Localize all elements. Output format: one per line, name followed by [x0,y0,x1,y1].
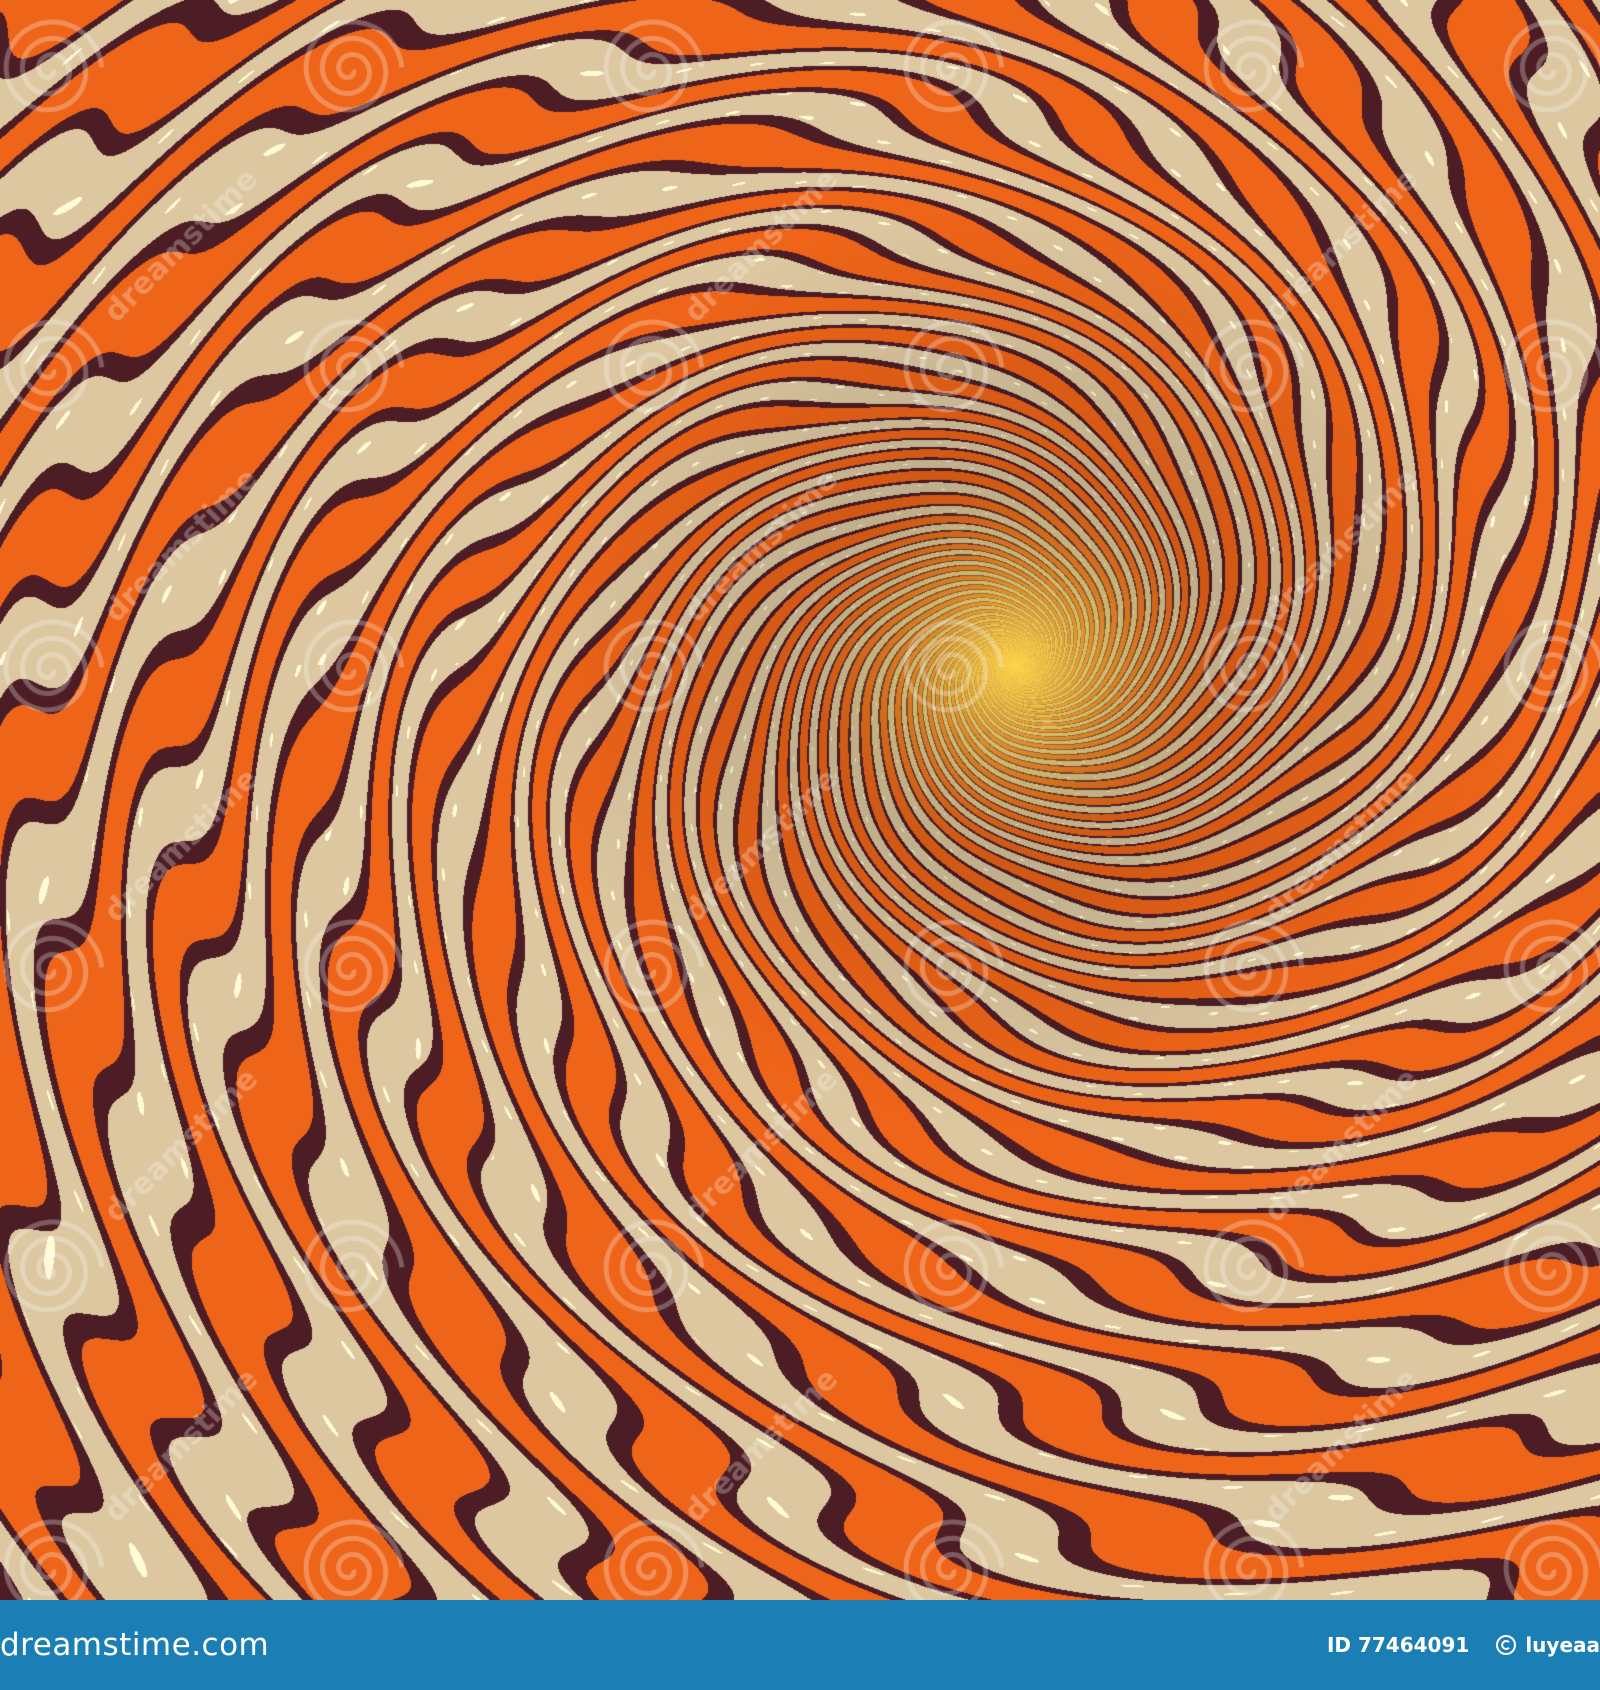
footer-meta: ID 77464091 luyeaa [1327,1600,1600,1690]
footer-brand: dreamstime.com [0,1627,270,1663]
stock-photo: dreamstime.com ID 77464091 luyeaa [0,0,1600,1690]
copyright-icon [1495,1634,1517,1656]
stock-footer-bar: dreamstime.com ID 77464091 luyeaa [0,1600,1600,1690]
image-id-label: ID 77464091 [1326,1633,1470,1657]
author-name: luyeaa [1525,1633,1600,1657]
author-credit: luyeaa [1495,1633,1600,1657]
spiral-tunnel-artwork [0,0,1600,1600]
